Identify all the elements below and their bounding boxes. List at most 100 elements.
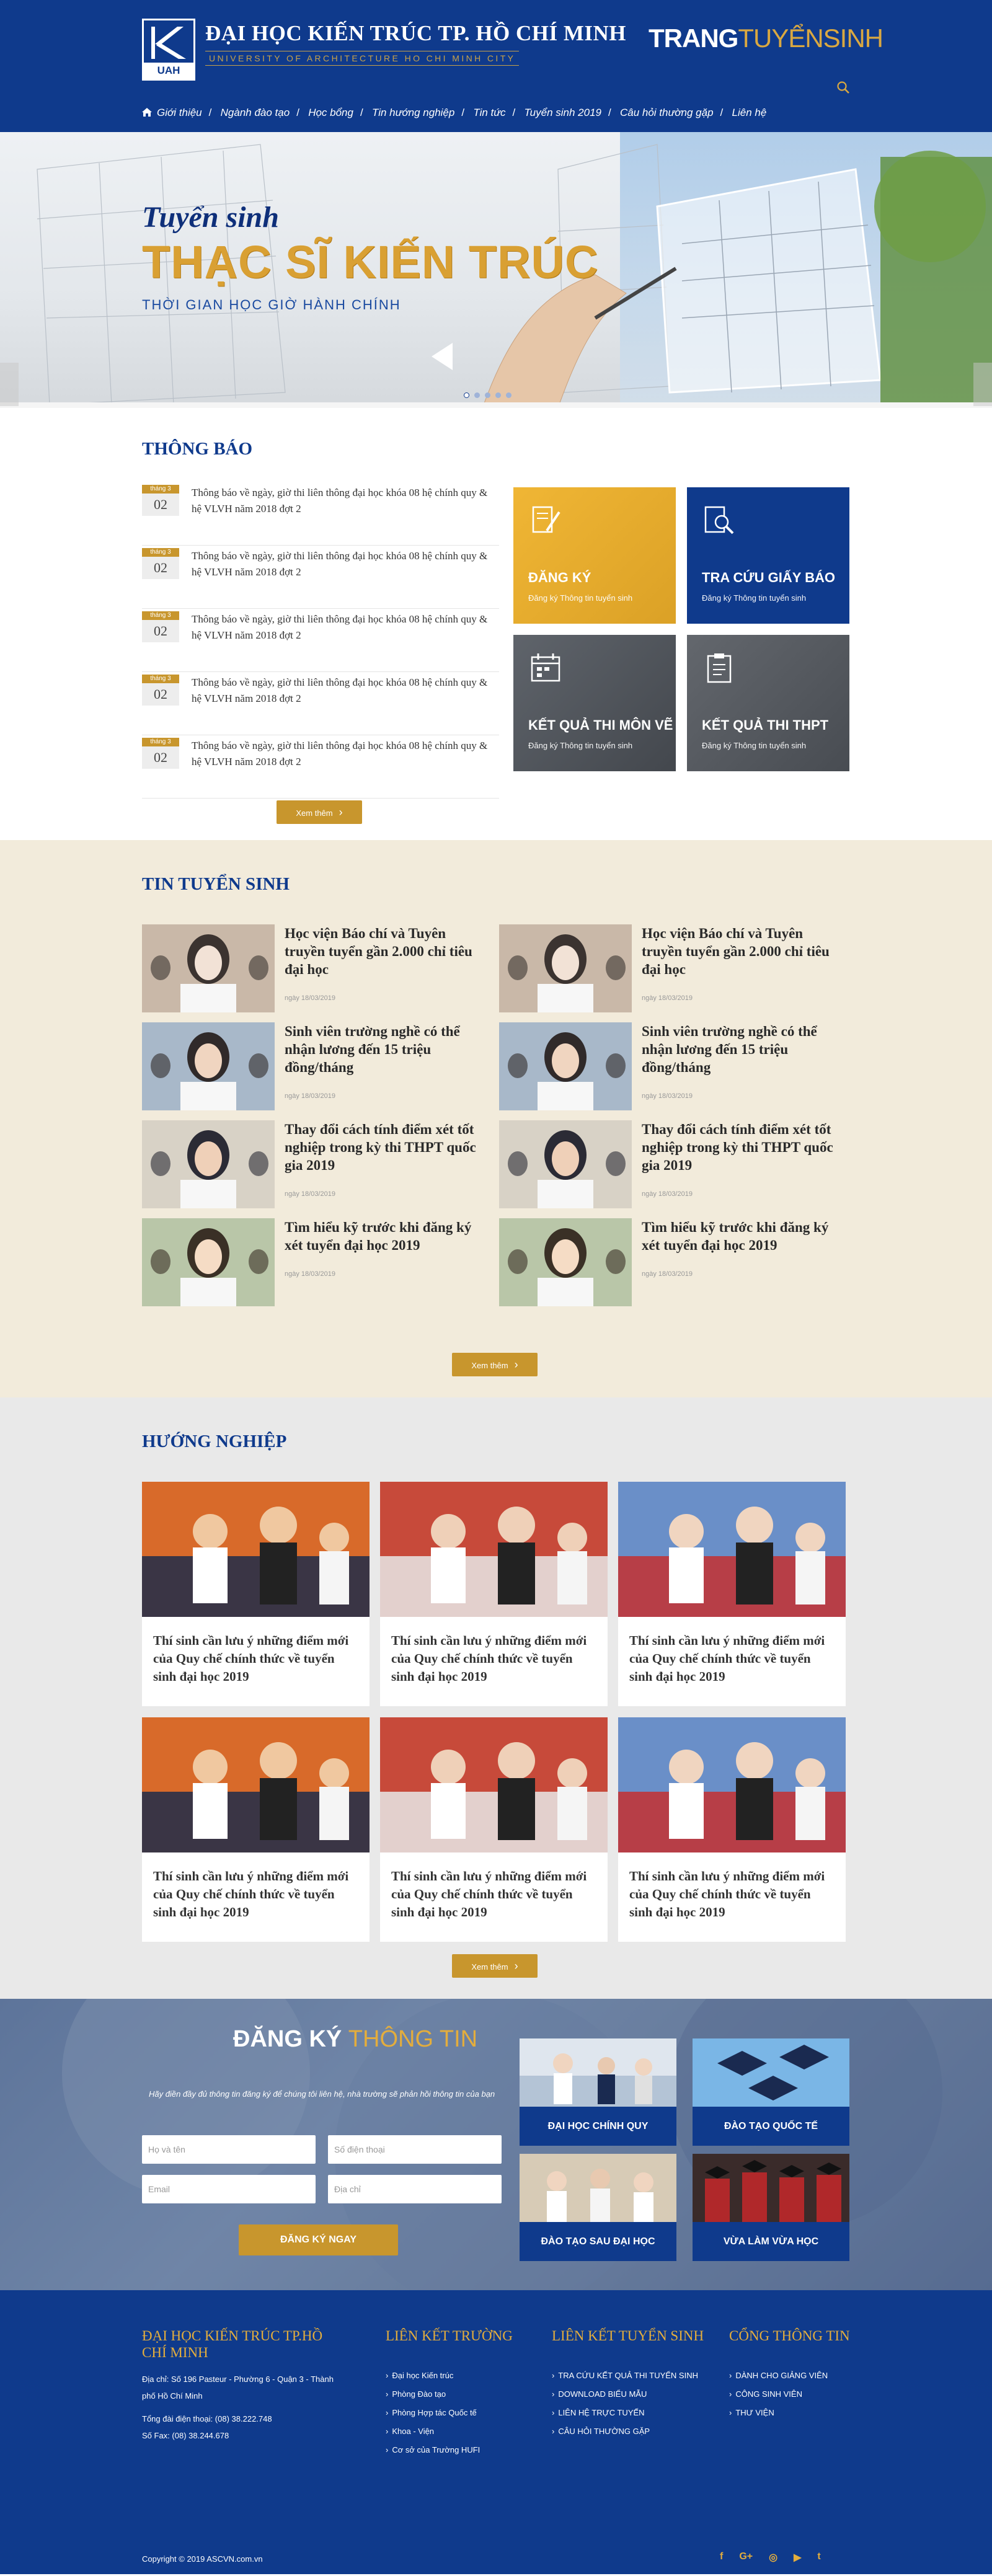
footer-link[interactable]: Cơ sở của Trường HUFI: [386, 2441, 513, 2459]
career-title[interactable]: Thí sinh cần lưu ý những điểm mới của Qu…: [142, 1617, 370, 1701]
banner-next-button[interactable]: [973, 363, 992, 406]
career-card[interactable]: Thí sinh cần lưu ý những điểm mới của Qu…: [142, 1717, 370, 1942]
twitter-icon[interactable]: t: [817, 2551, 820, 2564]
admissions-news-more-button[interactable]: Xem thêm: [452, 1353, 538, 1376]
career-title[interactable]: Thí sinh cần lưu ý những điểm mới của Qu…: [618, 1617, 846, 1701]
footer-link[interactable]: Phòng Đào tạo: [386, 2385, 513, 2404]
news-title[interactable]: Học viện Báo chí và Tuyên truyền tuyển g…: [642, 924, 846, 978]
site-logo[interactable]: UAH ĐẠI HỌC KIẾN TRÚC TP. HỒ CHÍ MINH UN…: [142, 19, 626, 81]
news-item[interactable]: Sinh viên trường nghề có thể nhận lương …: [499, 1022, 846, 1110]
career-more-button[interactable]: Xem thêm: [452, 1954, 538, 1978]
portal-brand[interactable]: TRANGTUYỂNSINH: [649, 24, 884, 53]
program-quoc-te[interactable]: ĐÀO TẠO QUỐC TẾ: [693, 2038, 849, 2146]
announcement-item[interactable]: tháng 3 02 Thông báo về ngày, giờ thi liê…: [142, 672, 499, 735]
banner-play-icon[interactable]: [432, 343, 453, 370]
career-card[interactable]: Thí sinh cần lưu ý những điểm mới của Qu…: [380, 1717, 608, 1942]
career-title[interactable]: Thí sinh cần lưu ý những điểm mới của Qu…: [380, 1617, 608, 1701]
card-ket-qua-thpt[interactable]: KẾT QUẢ THI THPT Đăng ký Thông tin tuyển…: [687, 635, 849, 771]
footer-link[interactable]: CÔNG SINH VIÊN: [729, 2385, 850, 2404]
google-plus-icon[interactable]: G+: [739, 2551, 753, 2564]
announcement-item[interactable]: tháng 3 02 Thông báo về ngày, giờ thi liê…: [142, 609, 499, 672]
career-thumbnail[interactable]: [380, 1482, 608, 1617]
career-card[interactable]: Thí sinh cần lưu ý những điểm mới của Qu…: [618, 1717, 846, 1942]
nav-item-tin-tuc[interactable]: Tin tức: [461, 107, 515, 119]
nav-item-cau-hoi[interactable]: Câu hỏi thường gặp: [608, 107, 723, 119]
news-title[interactable]: Học viện Báo chí và Tuyên truyền tuyển g…: [285, 924, 489, 978]
youtube-icon[interactable]: ▶: [794, 2551, 801, 2564]
news-thumbnail[interactable]: [499, 924, 632, 1012]
career-thumbnail[interactable]: [380, 1717, 608, 1852]
news-thumbnail[interactable]: [142, 1022, 275, 1110]
card-register[interactable]: ĐĂNG KÝ Đăng ký Thông tin tuyển sinh: [513, 487, 676, 624]
banner-dot[interactable]: [495, 392, 501, 398]
news-item[interactable]: Tìm hiểu kỹ trước khi đăng ký xét tuyển …: [499, 1218, 846, 1306]
footer-link[interactable]: DOWNLOAD BIỂU MẪU: [552, 2385, 704, 2404]
news-title[interactable]: Thay đổi cách tính điểm xét tốt nghiệp t…: [285, 1120, 489, 1174]
banner-dot[interactable]: [474, 392, 480, 398]
announcement-item[interactable]: tháng 3 02 Thông báo về ngày, giờ thi liê…: [142, 735, 499, 799]
footer-link[interactable]: Khoa - Viện: [386, 2422, 513, 2441]
program-chinh-quy[interactable]: ĐẠI HỌC CHÍNH QUY: [520, 2038, 676, 2146]
banner-dot[interactable]: [485, 392, 490, 398]
news-thumbnail[interactable]: [142, 1218, 275, 1306]
news-item[interactable]: Thay đổi cách tính điểm xét tốt nghiệp t…: [499, 1120, 846, 1208]
instagram-icon[interactable]: ◎: [769, 2551, 777, 2564]
career-title[interactable]: Thí sinh cần lưu ý những điểm mới của Qu…: [380, 1852, 608, 1936]
news-title[interactable]: Tìm hiểu kỹ trước khi đăng ký xét tuyển …: [285, 1218, 489, 1254]
career-thumbnail[interactable]: [142, 1482, 370, 1617]
banner-dot[interactable]: [464, 392, 469, 398]
nav-item-gioi-thieu[interactable]: Giới thiệu: [142, 107, 211, 119]
card-ket-qua-mon-ve[interactable]: KẾT QUẢ THI MÔN VẼ Đăng ký Thông tin tuy…: [513, 635, 676, 771]
news-thumbnail[interactable]: [499, 1120, 632, 1208]
banner-dot[interactable]: [506, 392, 512, 398]
footer-link[interactable]: CÂU HỎI THƯỜNG GẶP: [552, 2422, 704, 2441]
nav-item-tin-huong-nghiep[interactable]: Tin hướng nghiệp: [360, 107, 464, 119]
news-item[interactable]: Tìm hiểu kỹ trước khi đăng ký xét tuyển …: [142, 1218, 489, 1306]
email-field[interactable]: [142, 2175, 316, 2203]
address-field[interactable]: [328, 2175, 502, 2203]
card-tra-cuu[interactable]: TRA CỨU GIẤY BÁO Đăng ký Thông tin tuyển…: [687, 487, 849, 624]
news-thumbnail[interactable]: [142, 1120, 275, 1208]
career-title[interactable]: Thí sinh cần lưu ý những điểm mới của Qu…: [142, 1852, 370, 1936]
footer-link[interactable]: DÀNH CHO GIẢNG VIÊN: [729, 2366, 850, 2385]
hero-banner[interactable]: Tuyển sinh THẠC SĨ KIẾN TRÚC THỜI GIAN H…: [0, 132, 992, 408]
nav-item-tuyen-sinh-2019[interactable]: Tuyển sinh 2019: [513, 107, 611, 119]
announcement-item[interactable]: tháng 3 02 Thông báo về ngày, giờ thi liê…: [142, 482, 499, 546]
nav-item-hoc-bong[interactable]: Học bổng: [296, 107, 363, 119]
announcement-item[interactable]: tháng 3 02 Thông báo về ngày, giờ thi liê…: [142, 546, 499, 609]
program-vua-lam-vua-hoc[interactable]: VỪA LÀM VỪA HỌC: [693, 2154, 849, 2261]
register-submit-button[interactable]: ĐĂNG KÝ NGAY: [239, 2224, 398, 2255]
career-card[interactable]: Thí sinh cần lưu ý những điểm mới của Qu…: [618, 1482, 846, 1706]
footer-link[interactable]: Phòng Hợp tác Quốc tế: [386, 2404, 513, 2422]
footer-link[interactable]: TRA CỨU KẾT QUẢ THI TUYỂN SINH: [552, 2366, 704, 2385]
career-thumbnail[interactable]: [618, 1717, 846, 1852]
news-item[interactable]: Sinh viên trường nghề có thể nhận lương …: [142, 1022, 489, 1110]
search-icon[interactable]: [836, 81, 850, 94]
career-thumbnail[interactable]: [142, 1717, 370, 1852]
news-title[interactable]: Tìm hiểu kỹ trước khi đăng ký xét tuyển …: [642, 1218, 846, 1254]
news-item[interactable]: Học viện Báo chí và Tuyên truyền tuyển g…: [142, 924, 489, 1012]
news-thumbnail[interactable]: [499, 1022, 632, 1110]
news-item[interactable]: Học viện Báo chí và Tuyên truyền tuyển g…: [499, 924, 846, 1012]
footer-link[interactable]: LIÊN HỆ TRỰC TUYẾN: [552, 2404, 704, 2422]
career-title[interactable]: Thí sinh cần lưu ý những điểm mới của Qu…: [618, 1852, 846, 1936]
name-field[interactable]: [142, 2135, 316, 2164]
nav-item-nganh-dao-tao[interactable]: Ngành đào tạo: [209, 107, 299, 119]
news-title[interactable]: Sinh viên trường nghề có thể nhận lương …: [642, 1022, 846, 1076]
phone-field[interactable]: [328, 2135, 502, 2164]
announcements-more-button[interactable]: Xem thêm: [277, 800, 362, 824]
news-title[interactable]: Sinh viên trường nghề có thể nhận lương …: [285, 1022, 489, 1076]
banner-prev-button[interactable]: [0, 363, 19, 406]
career-card[interactable]: Thí sinh cần lưu ý những điểm mới của Qu…: [142, 1482, 370, 1706]
news-thumbnail[interactable]: [499, 1218, 632, 1306]
career-thumbnail[interactable]: [618, 1482, 846, 1617]
career-card[interactable]: Thí sinh cần lưu ý những điểm mới của Qu…: [380, 1482, 608, 1706]
nav-item-lien-he[interactable]: Liên hệ: [720, 107, 776, 119]
program-sau-dai-hoc[interactable]: ĐÀO TẠO SAU ĐẠI HỌC: [520, 2154, 676, 2261]
facebook-icon[interactable]: f: [720, 2551, 723, 2564]
footer-link[interactable]: Đại học Kiến trúc: [386, 2366, 513, 2385]
news-title[interactable]: Thay đổi cách tính điểm xét tốt nghiệp t…: [642, 1120, 846, 1174]
news-thumbnail[interactable]: [142, 924, 275, 1012]
news-item[interactable]: Thay đổi cách tính điểm xét tốt nghiệp t…: [142, 1120, 489, 1208]
footer-link[interactable]: THƯ VIỆN: [729, 2404, 850, 2422]
